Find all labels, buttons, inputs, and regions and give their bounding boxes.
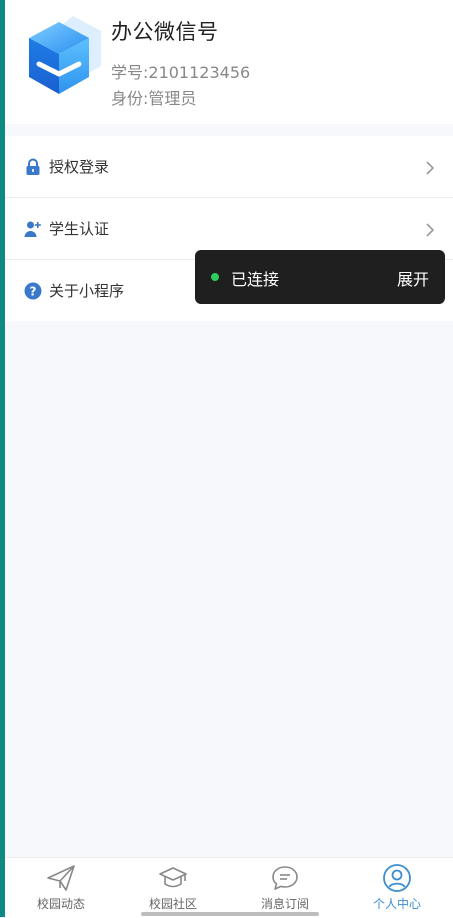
menu-item-label: 授权登录	[49, 158, 110, 176]
tab-campus-news[interactable]: 校园动态	[5, 858, 117, 918]
chevron-right-icon	[423, 222, 437, 237]
chevron-right-icon	[423, 160, 437, 175]
connected-status-dot	[211, 273, 219, 281]
menu-item-label: 学生认证	[49, 220, 110, 238]
cube-logo-icon	[23, 14, 103, 98]
profile-page: 办公微信号 学号:2101123456 身份:管理员 授权登录 学生认证 ? 关…	[5, 0, 453, 918]
profile-header: 办公微信号 学号:2101123456 身份:管理员	[5, 0, 453, 124]
menu-item-authorize-login[interactable]: 授权登录	[5, 136, 453, 198]
tab-label: 个人中心	[372, 897, 421, 911]
bottom-tab-bar: 校园动态 校园社区 消息订阅 个人中心	[5, 857, 453, 918]
graduation-cap-icon	[158, 863, 188, 893]
student-number: 学号:2101123456	[111, 63, 251, 82]
svg-text:?: ?	[30, 284, 37, 298]
tab-label: 校园社区	[148, 897, 197, 911]
paper-plane-icon	[46, 863, 76, 893]
user-identity: 身份:管理员	[111, 89, 197, 108]
question-circle-icon: ?	[24, 282, 42, 300]
user-add-icon	[24, 220, 42, 238]
lock-icon	[24, 158, 42, 176]
tab-personal-center[interactable]: 个人中心	[341, 858, 453, 918]
connection-status: 已连接	[231, 270, 280, 289]
tab-label: 消息订阅	[260, 897, 309, 911]
menu-item-label: 关于小程序	[49, 282, 125, 300]
tab-campus-community[interactable]: 校园社区	[117, 858, 229, 918]
expand-button[interactable]: 展开	[397, 266, 429, 290]
user-circle-icon	[382, 863, 412, 893]
chat-bubble-icon	[270, 863, 300, 893]
tab-label: 校园动态	[36, 897, 85, 911]
connection-toast: 已连接 展开	[195, 250, 445, 304]
home-indicator	[141, 912, 319, 916]
tab-message-subscribe[interactable]: 消息订阅	[229, 858, 341, 918]
app-name: 办公微信号	[111, 20, 219, 44]
